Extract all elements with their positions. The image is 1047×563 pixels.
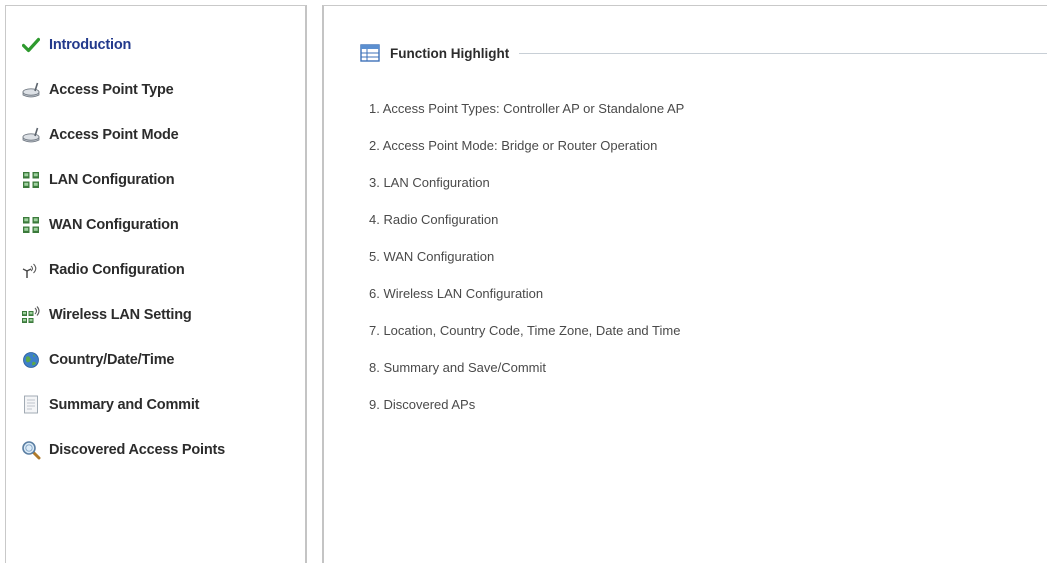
sidebar-item-label: Access Point Mode [49, 126, 179, 143]
section-divider [519, 53, 1047, 54]
sidebar-item-access-point-mode[interactable]: Access Point Mode [6, 112, 305, 157]
sidebar-item-access-point-type[interactable]: Access Point Type [6, 67, 305, 112]
sidebar-item-label: Discovered Access Points [49, 441, 225, 458]
sidebar-item-introduction[interactable]: Introduction [6, 22, 305, 67]
list-item: 8. Summary and Save/Commit [369, 360, 547, 375]
setup-wizard-window: Introduction Access Point Type Access Po… [0, 0, 1047, 563]
sidebar-item-label: Wireless LAN Setting [49, 306, 192, 323]
sidebar-item-label: WAN Configuration [49, 216, 179, 233]
panel-gutter [307, 0, 322, 563]
sidebar-item-summary-and-commit[interactable]: Summary and Commit [6, 382, 305, 427]
sidebar-item-country-date-time[interactable]: Country/Date/Time [6, 337, 305, 382]
network-icon [21, 215, 41, 235]
access-point-icon [21, 80, 41, 100]
globe-icon [21, 350, 41, 370]
list-item: 4. Radio Configuration [369, 212, 499, 227]
list-item: 3. LAN Configuration [369, 175, 490, 190]
table-icon [360, 44, 380, 62]
list-item: 7. Location, Country Code, Time Zone, Da… [369, 323, 681, 338]
function-highlight-header: Function Highlight [360, 42, 1047, 64]
section-title: Function Highlight [390, 45, 510, 61]
network-icon [21, 170, 41, 190]
sidebar-item-label: Access Point Type [49, 81, 174, 98]
sidebar-item-label: Introduction [49, 36, 132, 53]
function-highlight-list: 1. Access Point Types: Controller AP or … [369, 98, 684, 431]
list-item: 2. Access Point Mode: Bridge or Router O… [369, 138, 658, 153]
sidebar-item-label: Summary and Commit [49, 396, 200, 413]
sidebar-item-label: Country/Date/Time [49, 351, 175, 368]
magnifier-icon [21, 440, 41, 460]
list-item: 9. Discovered APs [369, 397, 476, 412]
wireless-network-icon [21, 305, 41, 325]
sidebar-item-wireless-lan-setting[interactable]: Wireless LAN Setting [6, 292, 305, 337]
radio-antenna-icon [21, 260, 41, 280]
sidebar-item-label: LAN Configuration [49, 171, 175, 188]
document-icon [21, 395, 41, 415]
sidebar-item-label: Radio Configuration [49, 261, 185, 278]
access-point-icon [21, 125, 41, 145]
sidebar-item-wan-configuration[interactable]: WAN Configuration [6, 202, 305, 247]
wizard-sidebar: Introduction Access Point Type Access Po… [5, 5, 307, 563]
check-icon [21, 35, 41, 55]
main-panel: Function Highlight 1. Access Point Types… [322, 5, 1047, 563]
list-item: 6. Wireless LAN Configuration [369, 286, 544, 301]
sidebar-item-lan-configuration[interactable]: LAN Configuration [6, 157, 305, 202]
list-item: 5. WAN Configuration [369, 249, 495, 264]
list-item: 1. Access Point Types: Controller AP or … [369, 101, 685, 116]
sidebar-item-radio-configuration[interactable]: Radio Configuration [6, 247, 305, 292]
wizard-step-list: Introduction Access Point Type Access Po… [6, 22, 305, 472]
sidebar-item-discovered-access-points[interactable]: Discovered Access Points [6, 427, 305, 472]
